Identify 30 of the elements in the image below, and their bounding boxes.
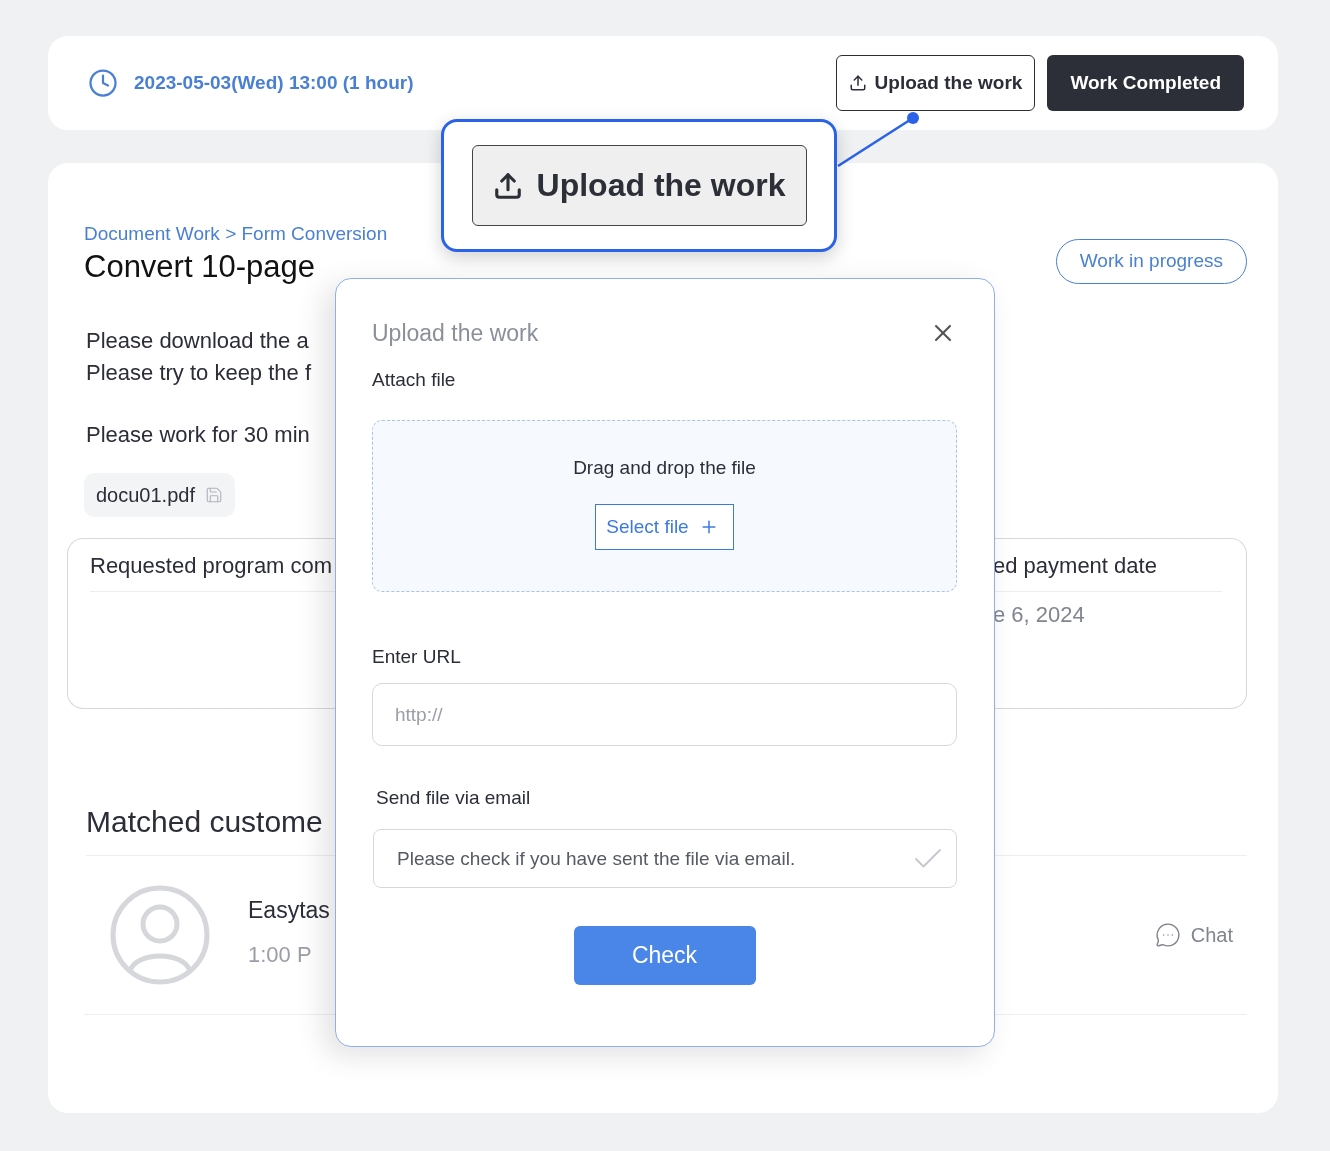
file-name: docu01.pdf (96, 483, 195, 507)
description-line: Please try to keep the f (86, 359, 312, 387)
save-icon (205, 486, 223, 504)
field-label: Enter URL (372, 646, 462, 668)
attachment-chip[interactable]: docu01.pdf (84, 473, 235, 517)
description-line: Please download the a (86, 327, 309, 355)
drop-hint: Drag and drop the file (573, 457, 756, 479)
upload-icon (492, 170, 523, 201)
complete-button[interactable]: Work Completed (1047, 55, 1244, 111)
chat-link[interactable]: Chat (1154, 922, 1233, 948)
url-field[interactable]: http:// (372, 683, 957, 746)
description-line: Please work for 30 min (86, 421, 310, 449)
check-button[interactable]: Check (573, 926, 756, 985)
upload-button[interactable]: Upload the work (835, 55, 1036, 111)
schedule-datetime: 2023-05-03(Wed) 13:00 (1 hour) (134, 72, 415, 94)
customer-time: 1:00 P (248, 941, 313, 968)
upload-icon (848, 74, 867, 92)
email-check-field[interactable]: Please check if you have sent the file via email. (373, 829, 957, 888)
avatar-icon (110, 885, 210, 985)
status-badge: Work in progress (1055, 238, 1247, 284)
upload-button[interactable]: Upload the work (471, 145, 807, 226)
select-file-button[interactable]: Select file (595, 504, 734, 550)
clock-icon (88, 68, 118, 98)
dialog-title: Upload the work (372, 319, 539, 347)
field-label: Attach file (372, 369, 457, 391)
task-title: Convert 10-page (84, 249, 315, 285)
customer-name: Easytas (248, 896, 330, 924)
breadcrumb[interactable]: Document Work > Form Conversion (84, 223, 388, 245)
drop-zone[interactable]: Drag and drop the file Select file (372, 420, 957, 592)
chat-icon (1154, 922, 1181, 948)
